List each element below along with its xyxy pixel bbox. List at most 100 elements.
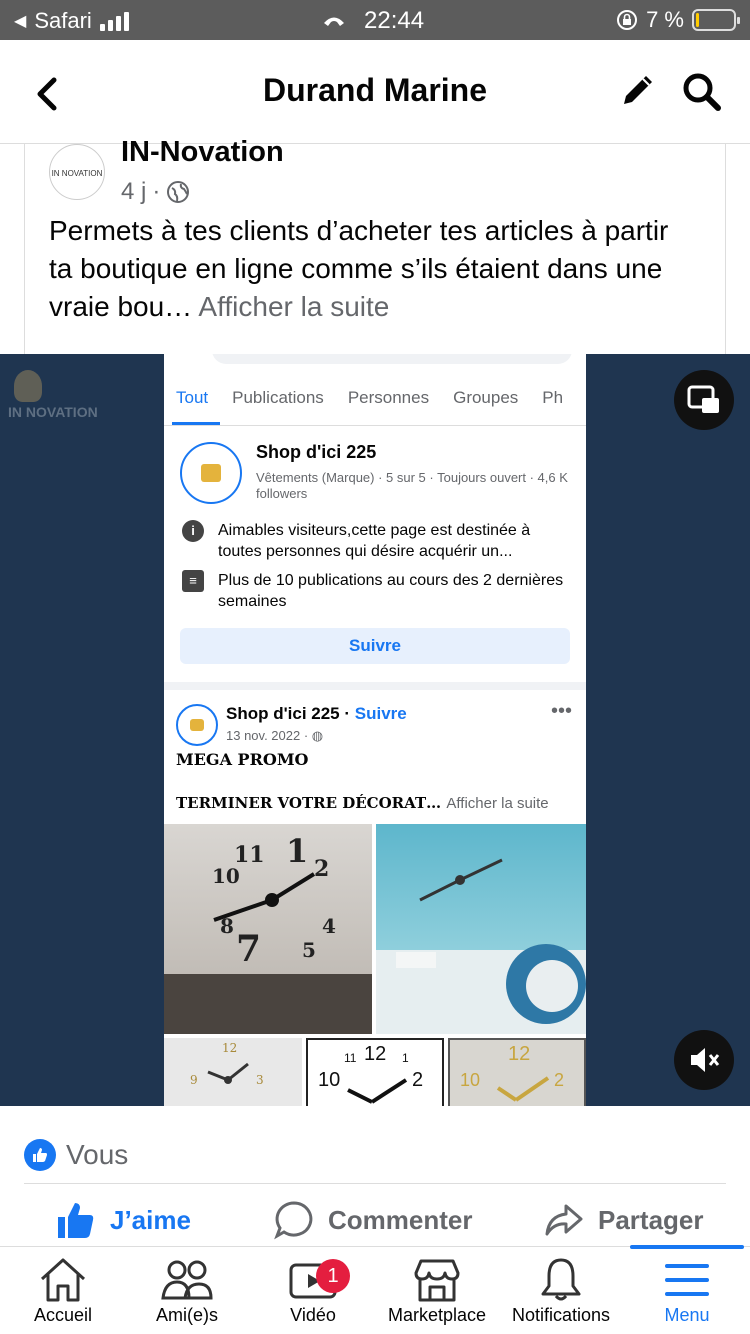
rotation-lock-icon [617, 10, 638, 30]
globe-icon [167, 181, 190, 203]
tab-menu-label: Menu [664, 1305, 710, 1325]
svg-text:2: 2 [554, 1070, 564, 1090]
bottom-tab-bar: Accueil Ami(e)s 1 Vidéo Marketplace Noti… [0, 1245, 750, 1334]
clock-hands-icon: 12 10 2 [460, 1043, 564, 1102]
reactions-label: Vous [66, 1138, 129, 1170]
svg-text:9: 9 [190, 1073, 198, 1087]
page-name: Shop d'ici 225 [256, 442, 377, 462]
clock-hands-icon [396, 858, 586, 1024]
marketplace-icon [414, 1259, 460, 1302]
author-avatar[interactable]: IN NOVATION [49, 144, 105, 200]
svg-text:3: 3 [256, 1073, 264, 1087]
picture-in-picture-button[interactable] [674, 370, 734, 430]
tab-video[interactable]: 1 Vidéo [250, 1255, 376, 1326]
clock-hands-icon [164, 872, 372, 1034]
status-center: 22:44 [322, 7, 424, 35]
back-triangle-icon: ◀ [14, 13, 27, 30]
call-icon [324, 17, 344, 26]
clock-numeral: 7 [236, 928, 262, 970]
clock-numeral: 2 [314, 856, 330, 882]
menu-hamburger-icon [665, 1264, 709, 1296]
inner-post-sep: · [339, 704, 355, 723]
tab-friends-label: Ami(e)s [156, 1305, 218, 1325]
video-frame: Tout Publications Personnes Groupes Ph S… [164, 354, 586, 1106]
tab-menu[interactable]: Menu [624, 1255, 750, 1326]
active-tab-indicator [630, 1245, 744, 1249]
post-actions: J’aime Commenter Partager [0, 1186, 750, 1246]
mute-button[interactable] [674, 1030, 734, 1090]
more-options-icon: ••• [550, 700, 572, 722]
edit-pencil-icon[interactable] [618, 70, 658, 110]
like-label: J’aime [110, 1204, 191, 1235]
shopping-bag-icon [201, 464, 221, 482]
info-icon: i [182, 520, 204, 542]
promo-line-2-text: TERMINER VOTRE DÉCORAT… [176, 794, 442, 812]
back-to-app[interactable]: ◀ Safari [14, 8, 129, 34]
thumbs-up-icon [58, 1203, 94, 1238]
search-icon[interactable] [680, 70, 724, 114]
tab-home[interactable]: Accueil [0, 1255, 126, 1326]
svg-text:2: 2 [412, 1069, 423, 1091]
svg-text:12: 12 [508, 1043, 530, 1065]
home-icon [40, 1258, 86, 1302]
battery-fill [696, 13, 699, 27]
posts-icon: ≡ [182, 570, 204, 592]
globe-icon: ◍ [311, 728, 324, 743]
post-card: IN NOVATION IN-Novation 4 j · Permets à … [24, 136, 726, 356]
clock-photo-3: 12 9 3 [164, 1038, 302, 1106]
post-meta: 4 j · [121, 178, 190, 206]
tab-people: Personnes [347, 388, 430, 407]
search-pill [212, 354, 572, 364]
inner-post-date-text: 13 nov. 2022 · [226, 728, 312, 743]
page-description: Vêtements (Marque) · 5 sur 5 · Toujours … [256, 470, 568, 501]
battery-icon [692, 9, 740, 31]
tab-groups: Groupes [453, 388, 519, 407]
meta-dot: · [152, 178, 161, 205]
promo-line-1: MEGA PROMO [176, 750, 309, 769]
tab-marketplace-label: Marketplace [387, 1305, 487, 1325]
svg-text:12: 12 [222, 1041, 237, 1055]
clock: 22:44 [364, 7, 425, 34]
tab-notifications-label: Notifications [511, 1305, 611, 1325]
reactions-summary[interactable]: Vous [24, 1126, 726, 1184]
video-badge: 1 [316, 1259, 350, 1293]
comment-label: Commenter [328, 1204, 473, 1235]
tab-notifications[interactable]: Notifications [498, 1255, 624, 1326]
svg-text:1: 1 [402, 1051, 409, 1065]
brand-bulb-icon [14, 370, 42, 402]
comment-button[interactable]: Commenter [274, 1200, 472, 1240]
tab-video-label: Vidéo [290, 1305, 336, 1325]
page-activity-text: Plus de 10 publications au cours des 2 d… [218, 572, 564, 610]
inner-see-more: Afficher la suite [446, 795, 549, 812]
svg-text:11: 11 [344, 1051, 357, 1065]
svg-text:10: 10 [460, 1070, 480, 1090]
clock-numeral: 8 [220, 914, 234, 938]
friends-icon [161, 1260, 213, 1300]
author-name[interactable]: IN-Novation [121, 136, 284, 169]
clock-numeral: 1 [286, 832, 309, 870]
inner-post-date: 13 nov. 2022 · ◍ [226, 728, 323, 744]
post-text: Permets à tes clients d’acheter tes arti… [49, 212, 699, 326]
like-reaction-icon [24, 1138, 56, 1171]
tab-posts: Publications [232, 388, 324, 407]
tab-marketplace[interactable]: Marketplace [374, 1255, 500, 1326]
status-bar: ◀ Safari 22:44 7 % [0, 0, 750, 40]
battery-percent: 7 % [646, 7, 684, 32]
tab-friends[interactable]: Ami(e)s [124, 1255, 250, 1326]
share-button[interactable]: Partager [544, 1200, 704, 1240]
see-more-link[interactable]: Afficher la suite [198, 291, 389, 322]
video-watermark: IN NOVATION [8, 404, 98, 420]
inner-post-avatar [176, 704, 218, 746]
page-result-card: Shop d'ici 225 Vêtements (Marque) · 5 su… [164, 426, 586, 682]
video-player[interactable]: IN NOVATION Tout Publications Personnes … [0, 354, 750, 1106]
like-button[interactable]: J’aime [56, 1200, 191, 1240]
post-age: 4 j [121, 178, 147, 205]
speaker-muted-icon [691, 1048, 720, 1072]
clock-hands-icon: 1211 110 2 [318, 1043, 423, 1104]
signal-icon [99, 11, 129, 31]
clock-numeral: 5 [302, 938, 316, 962]
follow-button: Suivre [180, 628, 570, 664]
inner-post-card: Shop d'ici 225 · Suivre 13 nov. 2022 · ◍… [164, 690, 586, 1106]
inner-post-page-name: Shop d'ici 225 [226, 704, 340, 723]
picture-in-picture-icon [687, 385, 719, 413]
